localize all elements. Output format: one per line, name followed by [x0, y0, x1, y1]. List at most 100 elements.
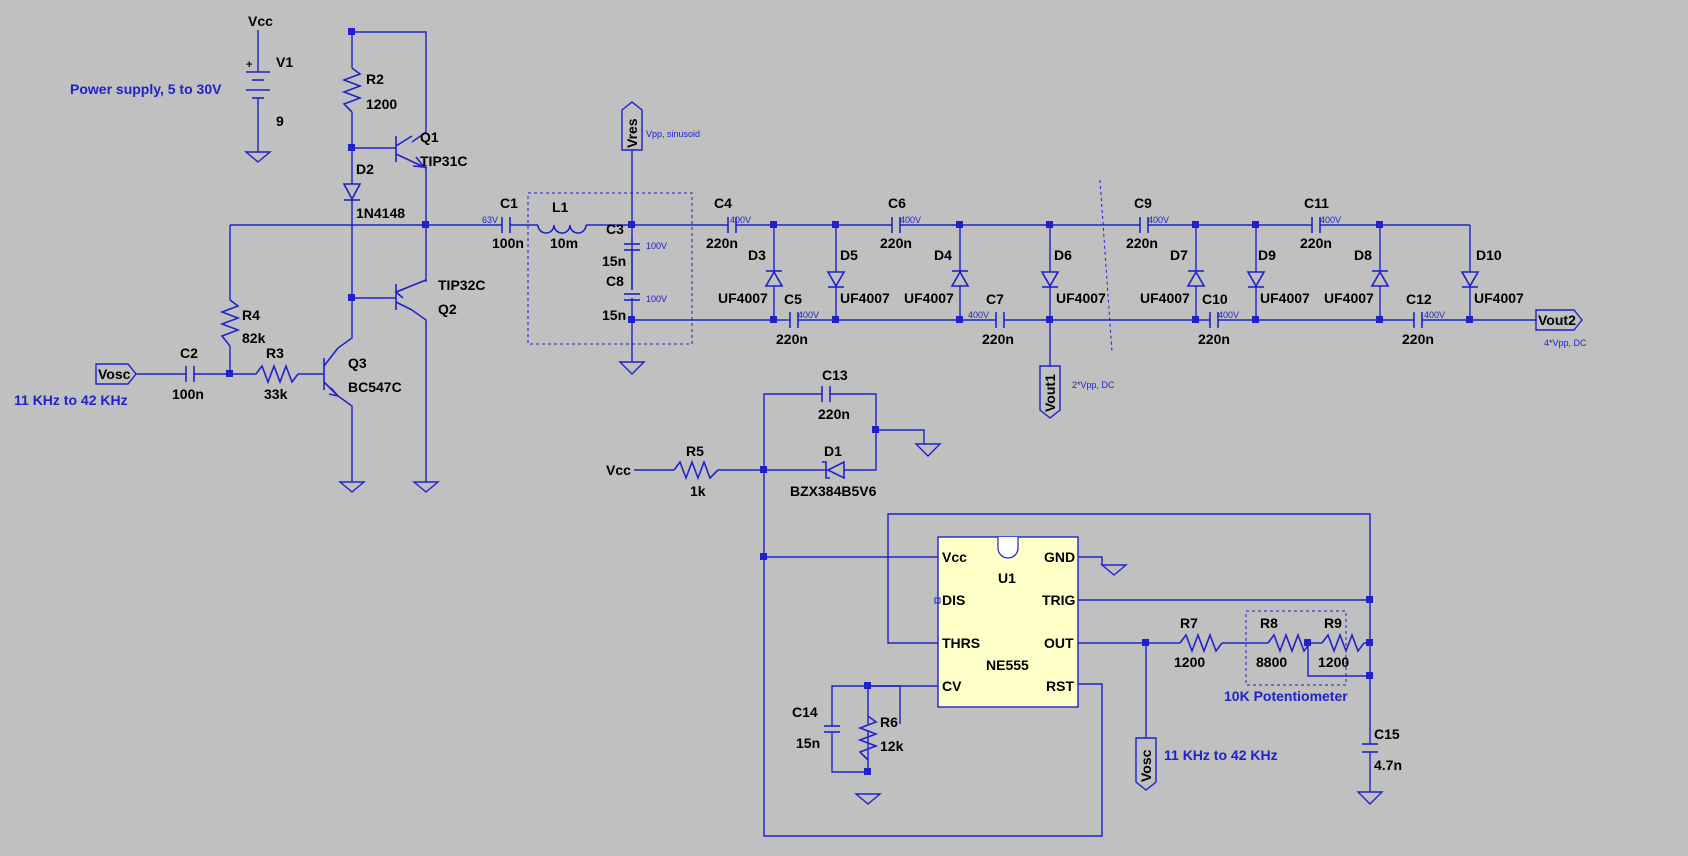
capacitor-c2 — [185, 366, 195, 382]
label-c11: C11 — [1304, 195, 1329, 211]
label-c4: C4 — [714, 195, 732, 211]
label-r9: R9 — [1324, 615, 1342, 631]
label-u1-value: NE555 — [986, 657, 1029, 673]
label-c6: C6 — [888, 195, 906, 211]
label-d6: D6 — [1054, 247, 1072, 263]
label-c6-value: 220n — [880, 235, 912, 251]
frequency-note-bottom: 11 KHz to 42 KHz — [1164, 747, 1278, 763]
capacitor-c5 — [789, 312, 799, 328]
transistor-q2 — [394, 279, 427, 311]
transistor-q3 — [323, 347, 341, 398]
potentiometer-note: 10K Potentiometer — [1224, 688, 1348, 704]
label-vout2: Vout2 — [1538, 312, 1576, 328]
inductor-l1 — [537, 224, 587, 234]
label-d1-value: BZX384B5V6 — [790, 483, 877, 499]
label-c2: C2 — [180, 345, 198, 361]
diode-d7 — [1186, 270, 1206, 287]
label-d9: D9 — [1258, 247, 1276, 263]
label-c12-value: 220n — [1402, 331, 1434, 347]
pin-trig: TRIG — [1042, 592, 1076, 608]
diode-d10 — [1460, 271, 1480, 288]
label-d6-value: UF4007 — [1056, 290, 1106, 306]
label-c3-rating: 100V — [646, 241, 667, 251]
label-c1-rating: 63V — [482, 215, 498, 225]
label-c4-rating: 400V — [730, 215, 751, 225]
label-d2: D2 — [356, 161, 374, 177]
diode-d4 — [950, 270, 970, 287]
label-q1-value: TIP31C — [420, 153, 467, 169]
label-v1: V1 — [276, 54, 293, 70]
label-c4-value: 220n — [706, 235, 738, 251]
label-c15-value: 4.7n — [1374, 757, 1402, 773]
label-q1: Q1 — [420, 129, 439, 145]
capacitor-c9 — [1139, 217, 1149, 233]
label-v1-plus: + — [246, 59, 252, 71]
diode-d6 — [1040, 271, 1060, 288]
label-c11-rating: 400V — [1320, 215, 1341, 225]
label-c3: C3 — [606, 221, 624, 237]
label-d8: D8 — [1354, 247, 1372, 263]
label-c9-value: 220n — [1126, 235, 1158, 251]
label-c12-rating: 400V — [1424, 310, 1445, 320]
label-d5-value: UF4007 — [840, 290, 890, 306]
label-c3-value: 15n — [602, 253, 626, 269]
label-r2-value: 1200 — [366, 96, 397, 112]
label-r3: R3 — [266, 345, 284, 361]
stage-separator — [1099, 179, 1113, 353]
label-d4: D4 — [934, 247, 952, 263]
ground-u1 — [1100, 564, 1128, 576]
circuit-schematic: Vcc V1 + 9 Power supply, 5 to 30V R2 120… — [14, 13, 1587, 837]
junctions-multiplier — [770, 221, 1473, 323]
ground-v1 — [244, 151, 272, 163]
capacitor-c7 — [995, 312, 1005, 328]
vout2-note: 4*Vpp, DC — [1544, 338, 1587, 348]
label-c8-value: 15n — [602, 307, 626, 323]
label-d7-value: UF4007 — [1140, 290, 1190, 306]
resistor-r7 — [1179, 632, 1223, 654]
label-v1-value: 9 — [276, 113, 284, 129]
label-c9-rating: 400V — [1148, 215, 1169, 225]
capacitor-c13 — [821, 386, 831, 402]
label-c10-value: 220n — [1198, 331, 1230, 347]
label-c1: C1 — [500, 195, 518, 211]
label-c5: C5 — [784, 291, 802, 307]
zener-d1 — [822, 460, 845, 480]
label-c13: C13 — [822, 367, 848, 383]
label-q2: Q2 — [438, 301, 457, 317]
capacitor-c11 — [1311, 217, 1321, 233]
label-r5: R5 — [686, 443, 704, 459]
label-r9-value: 1200 — [1318, 654, 1349, 670]
label-r6-value: 12k — [880, 738, 904, 754]
ground-c13 — [914, 443, 942, 457]
label-d8-value: UF4007 — [1324, 290, 1374, 306]
ground-q2 — [412, 481, 440, 493]
diode-d2 — [342, 182, 362, 201]
pin-thrs: THRS — [942, 635, 980, 651]
label-d10: D10 — [1476, 247, 1502, 263]
label-r5-value: 1k — [690, 483, 706, 499]
label-c5-rating: 400V — [798, 310, 819, 320]
label-d3: D3 — [748, 247, 766, 263]
label-l1-value: 10m — [550, 235, 578, 251]
label-c6-rating: 400V — [900, 215, 921, 225]
pin-dis: DIS — [942, 592, 965, 608]
label-u1: U1 — [998, 570, 1016, 586]
label-c9: C9 — [1134, 195, 1152, 211]
capacitor-c6 — [891, 217, 901, 233]
label-l1: L1 — [552, 199, 569, 215]
power-supply-note: Power supply, 5 to 30V — [70, 81, 222, 97]
resistor-r9 — [1321, 632, 1365, 654]
label-r8: R8 — [1260, 615, 1278, 631]
label-c14: C14 — [792, 704, 818, 720]
label-d9-value: UF4007 — [1260, 290, 1310, 306]
label-c7: C7 — [986, 291, 1004, 307]
resistor-r2 — [341, 67, 363, 113]
pin-vcc: Vcc — [942, 549, 967, 565]
pin-out: OUT — [1044, 635, 1074, 651]
label-vosc-input: Vosc — [98, 366, 131, 382]
label-c7-value: 220n — [982, 331, 1014, 347]
resistor-r5 — [673, 459, 719, 481]
ground-cv — [854, 793, 882, 805]
label-r4-value: 82k — [242, 330, 266, 346]
label-r7: R7 — [1180, 615, 1198, 631]
